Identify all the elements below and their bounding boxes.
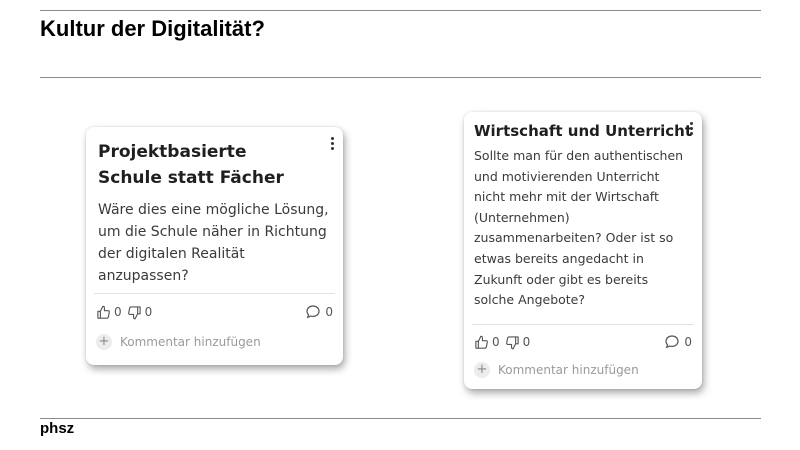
thumbs-up-icon (475, 335, 488, 349)
dislike-count: 0 (144, 305, 153, 319)
post-body: Wäre dies eine mögliche Lösung, um die S… (98, 202, 329, 284)
thumbs-up-icon (97, 305, 110, 319)
post-title: Projektbasierte Schule statt Fächer (98, 142, 284, 188)
footer-rule (40, 418, 761, 419)
comment-bubble-icon (665, 335, 679, 349)
dislike-button[interactable]: 0 (505, 335, 531, 350)
reactions-bar: 0 0 0 (96, 303, 333, 321)
post-card[interactable]: Projektbasierte Schule statt Fächer Wäre… (86, 127, 343, 365)
card-divider (94, 293, 335, 294)
thumbs-down-icon (505, 335, 519, 349)
comment-count: 0 (325, 305, 333, 319)
plus-icon: + (474, 362, 490, 378)
page-title: Kultur der Digitalität? (40, 16, 265, 41)
post-card[interactable]: Wirtschaft und Unterricht Sollte man für… (464, 112, 702, 389)
add-comment-field[interactable]: + Kommentar hinzufügen (474, 362, 639, 378)
comments-button[interactable]: 0 (305, 304, 333, 320)
add-comment-field[interactable]: + Kommentar hinzufügen (96, 334, 261, 350)
like-button[interactable]: 0 (96, 305, 122, 320)
plus-icon: + (96, 334, 112, 350)
comment-count: 0 (684, 335, 692, 349)
reactions-bar: 0 0 0 (474, 333, 692, 351)
top-rule (40, 10, 761, 11)
post-title: Wirtschaft und Unterricht (474, 122, 692, 140)
like-count: 0 (492, 335, 500, 349)
like-count: 0 (114, 305, 122, 319)
dislike-count: 0 (522, 335, 531, 349)
add-comment-placeholder: Kommentar hinzufügen (120, 335, 261, 349)
comment-bubble-icon (306, 305, 320, 319)
more-options-icon[interactable] (688, 122, 694, 138)
comments-button[interactable]: 0 (664, 334, 692, 350)
header-rule (40, 77, 761, 78)
more-options-icon[interactable] (329, 137, 335, 153)
add-comment-placeholder: Kommentar hinzufügen (498, 363, 639, 377)
card-divider (472, 324, 694, 325)
footer-brand: phsz (40, 420, 75, 437)
like-button[interactable]: 0 (474, 335, 500, 350)
post-body: Sollte man für den authentischen und mot… (474, 148, 684, 308)
thumbs-down-icon (127, 305, 141, 319)
dislike-button[interactable]: 0 (127, 305, 153, 320)
